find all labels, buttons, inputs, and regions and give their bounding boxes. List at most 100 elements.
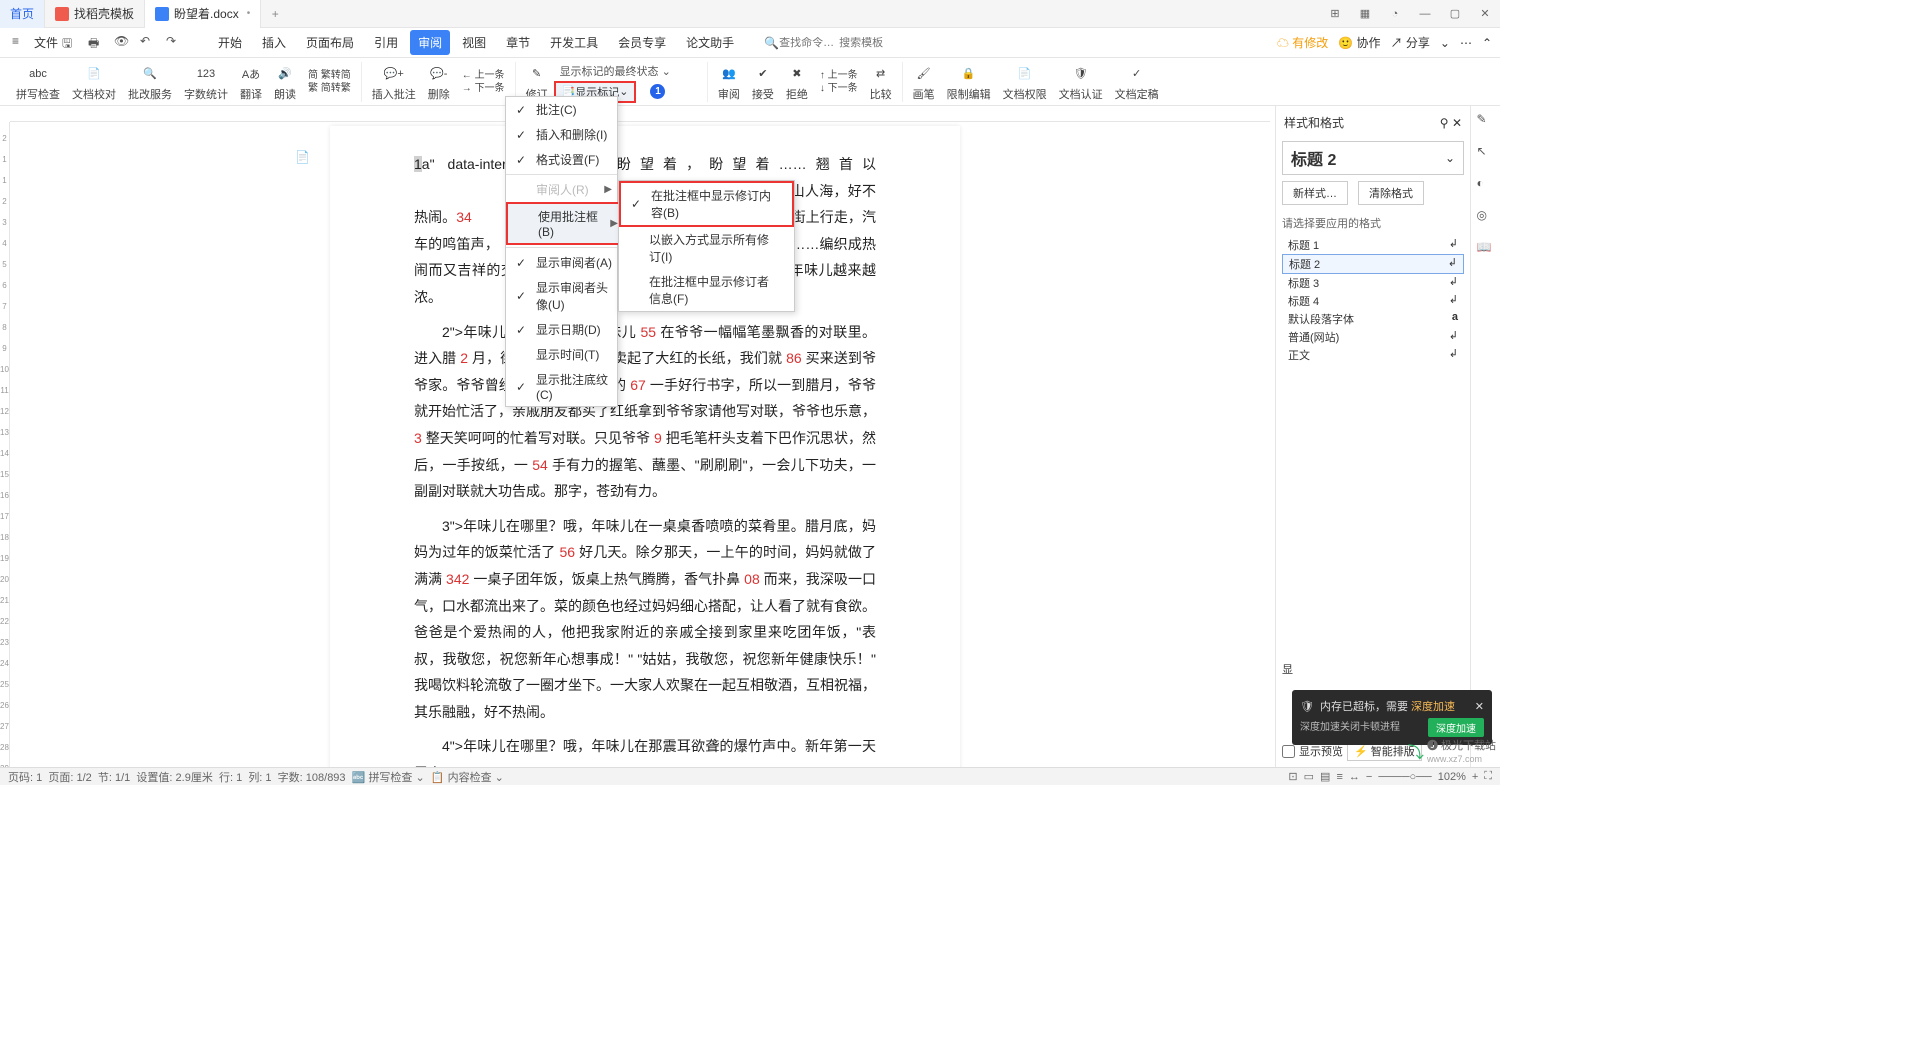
tab-pagelayout[interactable]: 页面布局 <box>298 30 362 55</box>
tab-references[interactable]: 引用 <box>366 30 406 55</box>
dropdown-icon[interactable]: ⌄ <box>1440 36 1450 50</box>
template-search-input[interactable] <box>839 37 889 49</box>
tab-devtools[interactable]: 开发工具 <box>542 30 606 55</box>
more-icon[interactable]: ⋯ <box>1460 36 1472 50</box>
tab-start[interactable]: 开始 <box>210 30 250 55</box>
tab-document[interactable]: 盼望着.docx• <box>145 0 261 28</box>
new-tab-button[interactable]: + <box>261 7 289 21</box>
dd-inline-revisions[interactable]: 以嵌入方式显示所有修订(I) <box>619 227 794 269</box>
toast-action-button[interactable]: 深度加速 <box>1428 718 1484 737</box>
tab-templates[interactable]: 找稻壳模板 <box>45 0 145 28</box>
tab-insert[interactable]: 插入 <box>254 30 294 55</box>
style-h2[interactable]: 标题 2↲ <box>1282 254 1464 274</box>
tab-home[interactable]: 首页 <box>0 0 45 28</box>
rib-translate[interactable]: Aあ翻译 <box>234 62 268 102</box>
dd-format[interactable]: 格式设置(F) <box>506 147 626 172</box>
sb-line[interactable]: 行: 1 <box>219 769 242 785</box>
dd-show-shading[interactable]: 显示批注底纹(C) <box>506 367 626 406</box>
save-icon[interactable]: 🖫 <box>62 34 80 52</box>
redo-icon[interactable]: ↷ <box>166 34 184 52</box>
style-h4[interactable]: 标题 4↲ <box>1282 292 1464 310</box>
panel-pin-icon[interactable]: ⚲ <box>1440 116 1449 130</box>
style-web[interactable]: 普通(网站)↲ <box>1282 328 1464 346</box>
panel-close-icon[interactable]: ✕ <box>1452 116 1462 130</box>
rib-proofread[interactable]: 📄文档校对 <box>66 62 122 102</box>
sb-col[interactable]: 列: 1 <box>248 769 271 785</box>
dd-show-time[interactable]: 显示时间(T) <box>506 342 626 367</box>
location-icon[interactable]: ◎ <box>1477 208 1495 226</box>
close-window-button[interactable]: ✕ <box>1470 0 1500 28</box>
view-outline-icon[interactable]: ≡ <box>1336 771 1342 783</box>
coop-button[interactable]: 🙂 协作 <box>1338 34 1380 51</box>
sb-page[interactable]: 页码: 1 <box>8 769 42 785</box>
style-default-font[interactable]: 默认段落字体a <box>1282 310 1464 328</box>
rib-spellcheck[interactable]: abc拼写检查 <box>10 62 66 102</box>
dd-show-avatar[interactable]: 显示审阅者头像(U) <box>506 275 626 317</box>
rib-nav[interactable]: ↑ 上一条↓ 下一条 <box>814 69 864 95</box>
rib-final[interactable]: ✓文档定稿 <box>1109 62 1165 102</box>
rib-restrict[interactable]: 🔒限制编辑 <box>941 62 997 102</box>
current-style-combo[interactable]: 标题 2⌄ <box>1282 141 1464 175</box>
rib-perm[interactable]: 📄文档权限 <box>997 62 1053 102</box>
dd-show-reviewer[interactable]: 显示审阅者(A) <box>506 250 626 275</box>
dd-use-balloon[interactable]: 使用批注框(B)▶ <box>506 202 626 245</box>
zoom-out-button[interactable]: − <box>1366 771 1372 783</box>
zoom-in-button[interactable]: + <box>1472 771 1478 783</box>
layout-icon[interactable]: ⊞ <box>1320 0 1350 28</box>
rib-deletecomment[interactable]: 💬-删除 <box>422 62 456 102</box>
rib-cert[interactable]: 🛡文档认证 <box>1053 62 1109 102</box>
dd-balloon-revisions[interactable]: 在批注框中显示修订内容(B) <box>619 181 794 227</box>
command-search-input[interactable] <box>779 37 839 49</box>
view-tools-icon[interactable]: ⊡ <box>1288 770 1297 783</box>
sb-pos[interactable]: 设置值: 2.9厘米 <box>136 769 212 785</box>
toast-close-icon[interactable]: ✕ <box>1475 700 1484 713</box>
rib-wordcount[interactable]: 123字数统计 <box>178 62 234 102</box>
clear-format-button[interactable]: 清除格式 <box>1358 181 1424 205</box>
rib-correction[interactable]: 🔍批改服务 <box>122 62 178 102</box>
file-menu[interactable]: 文件 <box>34 34 58 51</box>
vertical-ruler[interactable]: 2112345678910111213141516171819202122232… <box>0 122 10 767</box>
style-h1[interactable]: 标题 1↲ <box>1282 236 1464 254</box>
view-page-icon[interactable]: ▭ <box>1304 770 1314 783</box>
apps-icon[interactable]: ▦ <box>1350 0 1380 28</box>
select-icon[interactable]: ↖ <box>1477 144 1495 162</box>
view-web-icon[interactable]: ▤ <box>1320 770 1330 783</box>
rib-simptrad[interactable]: 简 繁转简繁 简转繁 <box>302 69 357 95</box>
dd-balloon-reviewer-info[interactable]: 在批注框中显示修订者信息(F) <box>619 269 794 311</box>
style-body[interactable]: 正文↲ <box>1282 346 1464 364</box>
tab-chapter[interactable]: 章节 <box>498 30 538 55</box>
dd-show-date[interactable]: 显示日期(D) <box>506 317 626 342</box>
user-avatar[interactable]: ◔ <box>1380 0 1410 28</box>
sb-content[interactable]: 📋 内容检查 ⌄ <box>431 769 504 785</box>
tab-view[interactable]: 视图 <box>454 30 494 55</box>
tab-thesis[interactable]: 论文助手 <box>678 30 742 55</box>
rib-insertcomment[interactable]: 💬+插入批注 <box>366 62 422 102</box>
hamburger-icon[interactable]: ≡ <box>12 34 30 52</box>
maximize-button[interactable]: ▢ <box>1440 0 1470 28</box>
outline-toggle-icon[interactable]: 📄 <box>295 150 315 170</box>
dd-insdel[interactable]: 插入和删除(I) <box>506 122 626 147</box>
rib-brush[interactable]: 🖌画笔 <box>907 62 941 102</box>
zoom-fit-icon[interactable]: ↔ <box>1349 771 1360 783</box>
book-icon[interactable]: 📖 <box>1477 240 1495 258</box>
rib-review[interactable]: 👥审阅 <box>712 62 746 102</box>
print-icon[interactable]: 🖶 <box>88 34 106 52</box>
minimize-button[interactable]: ― <box>1410 0 1440 28</box>
rib-accept[interactable]: ✔接受 <box>746 62 780 102</box>
zoom-value[interactable]: 102% <box>1438 771 1466 783</box>
horizontal-ruler[interactable] <box>10 106 1270 122</box>
rib-prev-next[interactable]: ← 上一条→ 下一条 <box>456 69 511 95</box>
sb-pages[interactable]: 页面: 1/2 <box>48 769 91 785</box>
tab-review[interactable]: 审阅 <box>410 30 450 55</box>
fullscreen-icon[interactable]: ⛶ <box>1484 770 1492 783</box>
preview-checkbox[interactable] <box>1282 745 1295 758</box>
rib-compare[interactable]: ⇄比较 <box>864 62 898 102</box>
rib-readaloud[interactable]: 🔊朗读 <box>268 62 302 102</box>
new-style-button[interactable]: 新样式… <box>1282 181 1348 205</box>
shapes-icon[interactable]: ◐ <box>1477 176 1495 194</box>
print-preview-icon[interactable]: 👁 <box>114 34 132 52</box>
sb-words[interactable]: 字数: 108/893 <box>278 769 346 785</box>
disp-mode-combo[interactable]: 显示标记的最终状态 ⌄ <box>554 61 677 81</box>
sb-section[interactable]: 节: 1/1 <box>98 769 130 785</box>
share-button[interactable]: ↗ 分享 <box>1391 34 1430 51</box>
